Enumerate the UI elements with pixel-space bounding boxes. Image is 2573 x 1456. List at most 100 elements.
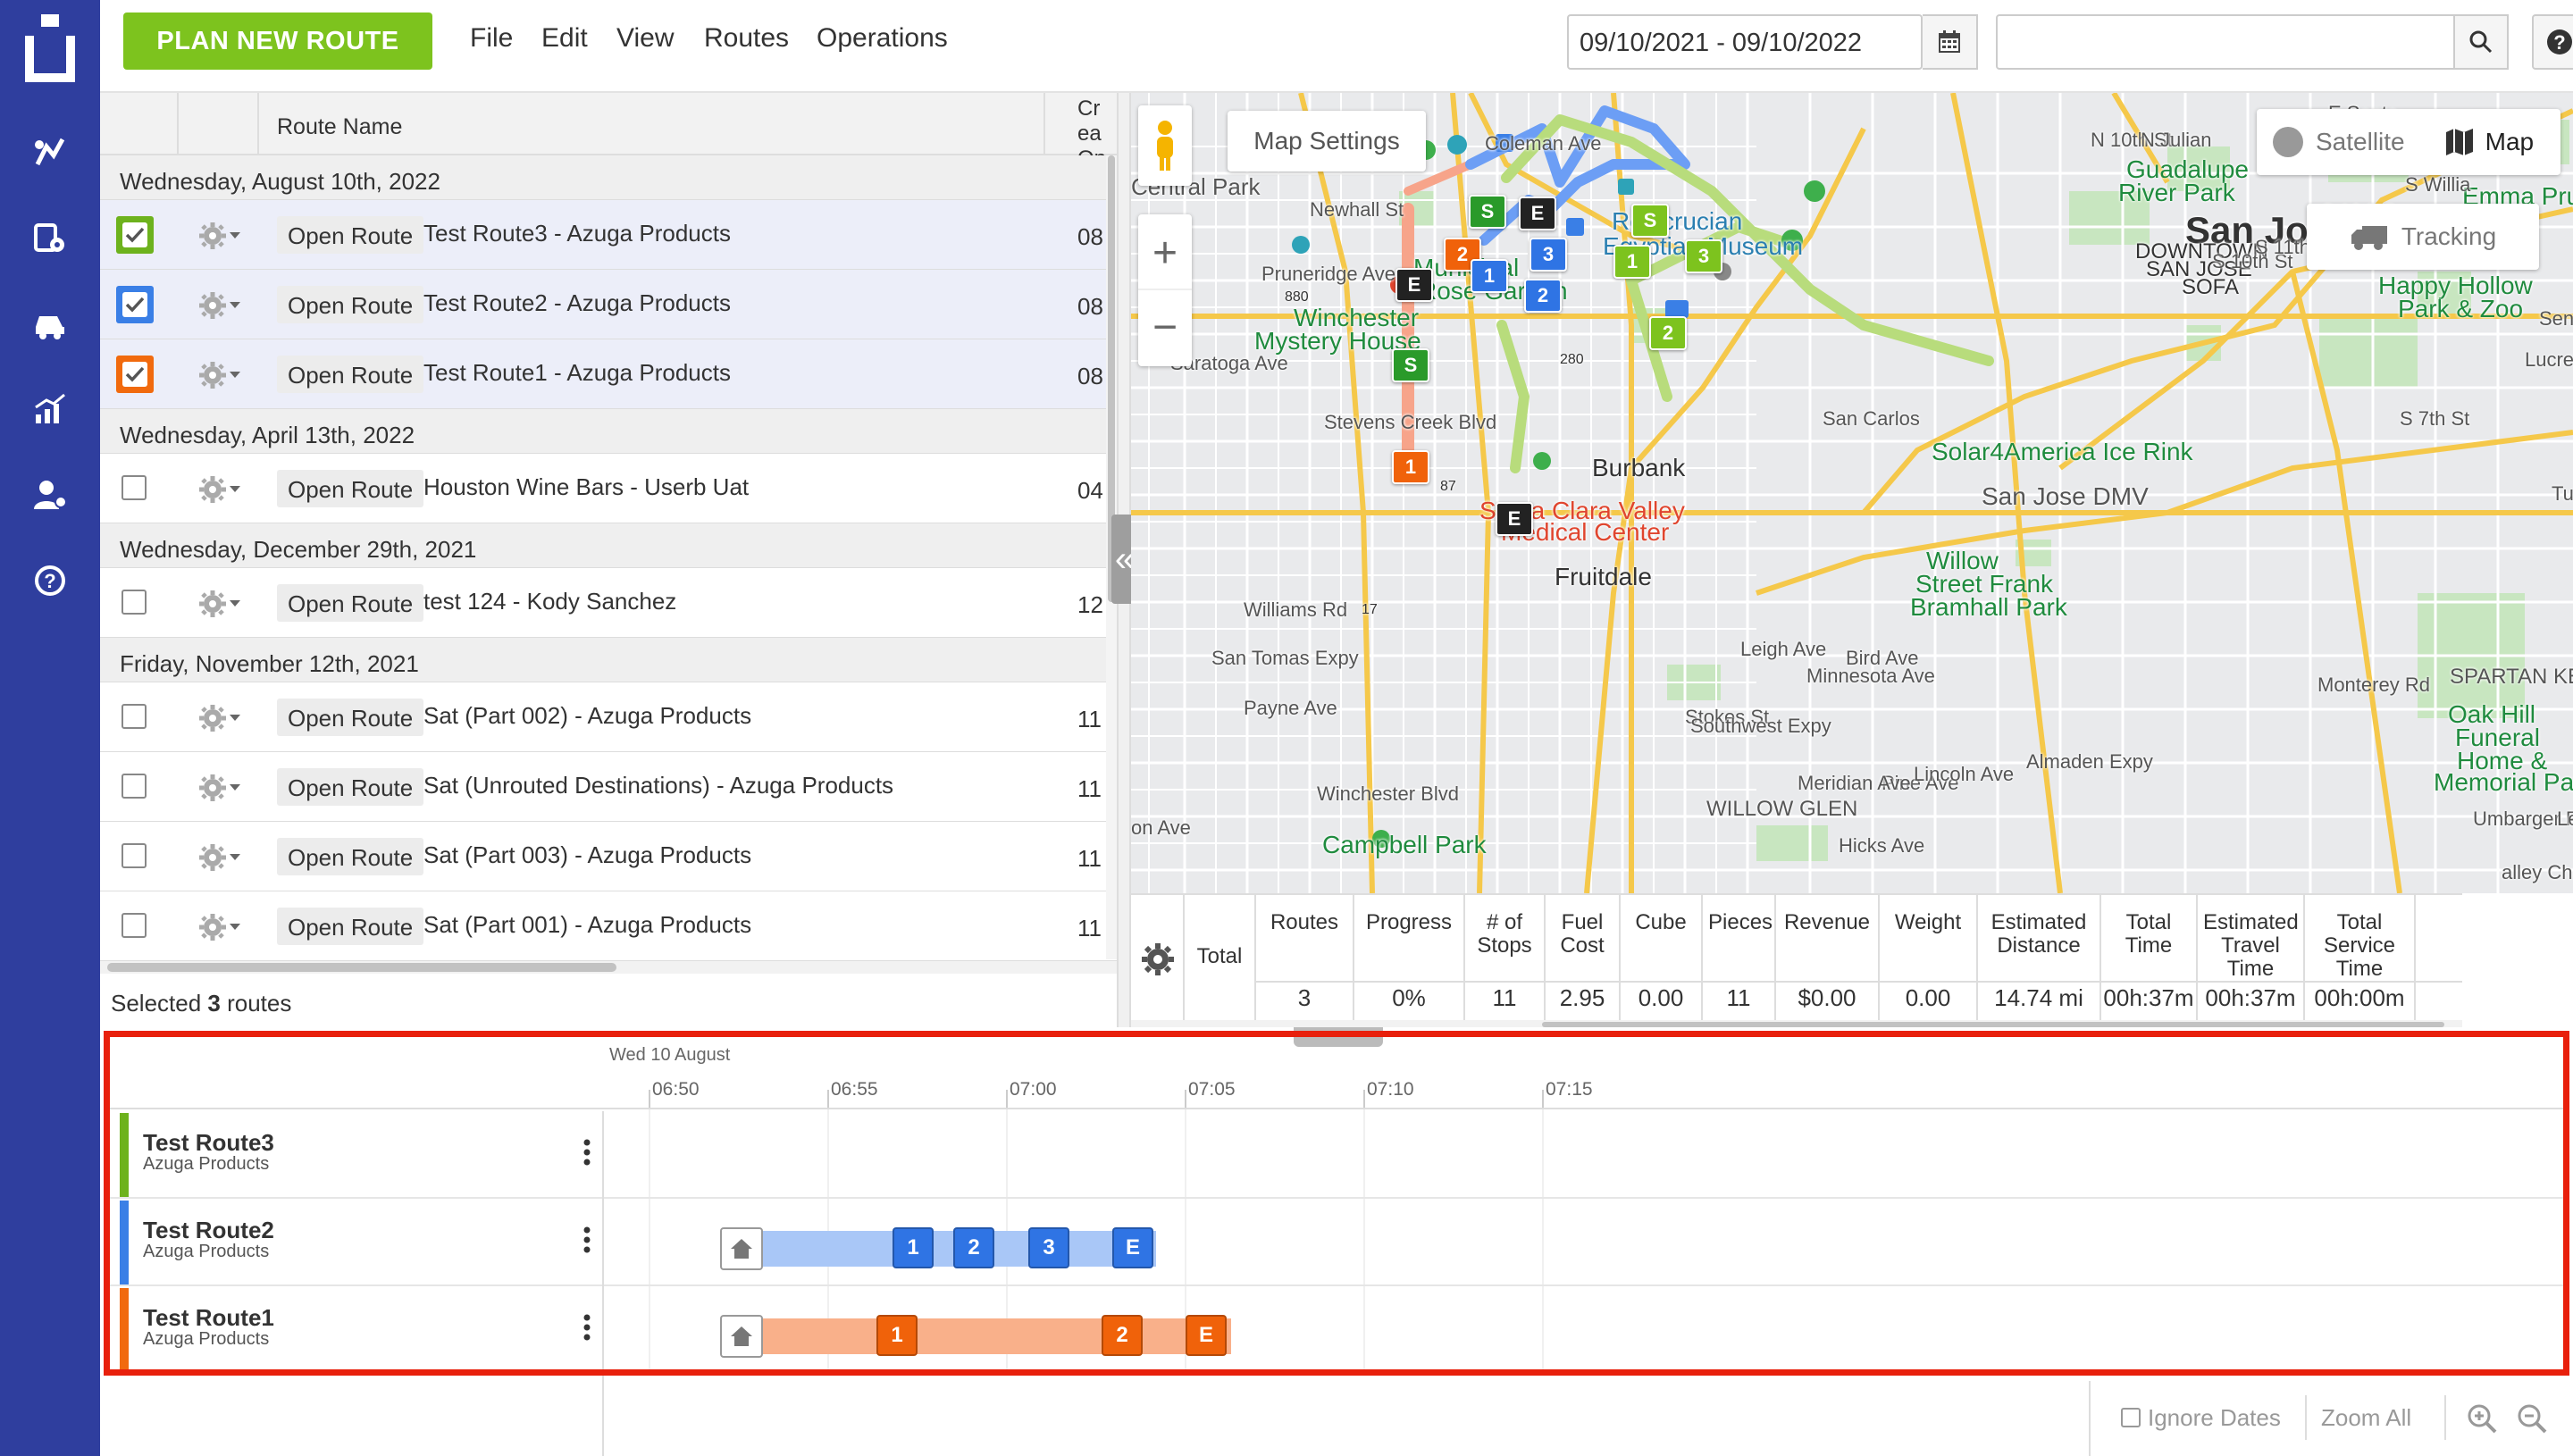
- logo-icon[interactable]: [21, 11, 79, 86]
- header-route-name[interactable]: Route Name: [259, 93, 1045, 155]
- routes-icon[interactable]: [29, 130, 71, 173]
- selected-prefix: Selected: [111, 990, 208, 1017]
- satellite-option[interactable]: Satellite: [2316, 128, 2405, 156]
- open-route-button[interactable]: Open Route: [277, 216, 424, 254]
- route-stop-marker[interactable]: 1: [1613, 245, 1651, 279]
- ignore-dates-checkbox[interactable]: [2121, 1408, 2141, 1427]
- zoom-out-button[interactable]: −: [1138, 290, 1192, 364]
- open-route-button[interactable]: Open Route: [277, 356, 424, 393]
- route-stop-marker[interactable]: E: [1496, 502, 1533, 536]
- summary-column: Routes 3: [1256, 895, 1354, 1020]
- route-settings-icon[interactable]: [29, 216, 71, 259]
- route-row[interactable]: Open Route Sat (Unrouted Destinations) - …: [100, 752, 1117, 822]
- header-created-on[interactable]: Crea On: [1077, 93, 1106, 155]
- open-route-button[interactable]: Open Route: [277, 286, 424, 323]
- analytics-icon[interactable]: [29, 388, 71, 431]
- route-checkbox[interactable]: [122, 843, 147, 868]
- route-stop-marker[interactable]: S: [1392, 348, 1429, 382]
- horizontal-scrollbar[interactable]: [100, 961, 1117, 974]
- horizontal-scroll-thumb[interactable]: [107, 963, 616, 972]
- map-type-toggle: Satellite Map: [2257, 109, 2560, 175]
- summary-column-header: Estimated Distance: [1991, 910, 2087, 958]
- route-actions-dropdown[interactable]: [197, 911, 254, 943]
- route-actions-dropdown[interactable]: [197, 289, 254, 322]
- help-icon[interactable]: ?: [29, 559, 71, 602]
- map-place-label: 880: [1285, 289, 1309, 305]
- route-stop-marker[interactable]: 2: [1524, 279, 1562, 313]
- route-actions-dropdown[interactable]: [197, 473, 254, 506]
- vehicle-icon[interactable]: [29, 302, 71, 345]
- route-checkbox[interactable]: [116, 286, 154, 323]
- summary-column-header: Routes: [1270, 910, 1339, 934]
- menu-routes[interactable]: Routes: [704, 23, 789, 54]
- map-place-label: Almaden Expy: [2026, 750, 2153, 773]
- route-actions-dropdown[interactable]: [197, 588, 254, 620]
- route-row[interactable]: Open Route Test Route1 - Azuga Products 08…: [100, 339, 1117, 409]
- route-actions-dropdown[interactable]: [197, 220, 254, 252]
- summary-column: Fuel Cost 2.95: [1546, 895, 1621, 1020]
- route-row[interactable]: Open Route Sat (Part 003) - Azuga Product…: [100, 822, 1117, 891]
- route-checkbox[interactable]: [122, 774, 147, 799]
- open-route-button[interactable]: Open Route: [277, 584, 424, 622]
- route-stop-marker[interactable]: E: [1519, 197, 1556, 230]
- open-route-button[interactable]: Open Route: [277, 699, 424, 736]
- zoom-in-icon[interactable]: [2466, 1402, 2498, 1435]
- route-row[interactable]: Open Route Sat (Part 002) - Azuga Product…: [100, 682, 1117, 752]
- route-row[interactable]: Open Routetest 124 - Kody Sanchez 12.: [100, 568, 1117, 638]
- zoom-out-icon[interactable]: [2516, 1402, 2548, 1435]
- map-place-label: Memorial Park: [2434, 768, 2573, 796]
- summary-column-header: Progress: [1365, 910, 1453, 934]
- menu-view[interactable]: View: [616, 23, 674, 54]
- route-stop-marker[interactable]: 1: [1471, 259, 1508, 293]
- open-route-button[interactable]: Open Route: [277, 470, 424, 507]
- menu-file[interactable]: File: [470, 23, 513, 54]
- route-row[interactable]: Open Route Test Route2 - Azuga Products 08…: [100, 270, 1117, 339]
- menu-edit[interactable]: Edit: [541, 23, 588, 54]
- user-settings-icon[interactable]: [29, 473, 71, 516]
- map-view[interactable]: San Jose Central Park Newhall St Rosicrucia…: [1131, 93, 2573, 893]
- zoom-all-button[interactable]: Zoom All: [2321, 1404, 2411, 1432]
- tracking-button[interactable]: Tracking: [2307, 204, 2539, 270]
- summary-settings-button[interactable]: [1131, 895, 1185, 1020]
- calendar-button[interactable]: [1923, 14, 1978, 70]
- menu-operations[interactable]: Operations: [817, 23, 948, 54]
- route-stop-marker[interactable]: 1: [1392, 450, 1429, 484]
- route-row[interactable]: Open Route Test Route3 - Azuga Products 08…: [100, 200, 1117, 270]
- map-place-label: Meridian Ave: [1798, 772, 1911, 794]
- route-checkbox[interactable]: [122, 913, 147, 938]
- search-input[interactable]: [1996, 14, 2455, 70]
- gear-icon: [199, 476, 226, 503]
- map-option[interactable]: Map: [2485, 128, 2534, 156]
- date-range-input[interactable]: 09/10/2021 - 09/10/2022: [1567, 14, 1923, 70]
- street-view-button[interactable]: [1138, 105, 1192, 186]
- route-row[interactable]: Open Route Houston Wine Bars - Userb Uat 0…: [100, 454, 1117, 523]
- route-checkbox[interactable]: [116, 356, 154, 393]
- route-stop-marker[interactable]: 3: [1530, 238, 1567, 272]
- search-button[interactable]: [2453, 14, 2509, 70]
- route-stop-marker[interactable]: S: [1631, 204, 1669, 238]
- route-checkbox[interactable]: [122, 704, 147, 729]
- route-checkbox[interactable]: [116, 216, 154, 254]
- zoom-in-button[interactable]: +: [1138, 217, 1192, 290]
- route-checkbox[interactable]: [122, 475, 147, 500]
- summary-column-header: Cube: [1635, 910, 1687, 934]
- open-route-button[interactable]: Open Route: [277, 768, 424, 806]
- route-checkbox[interactable]: [122, 590, 147, 615]
- route-stop-marker[interactable]: 2: [1649, 316, 1687, 350]
- open-route-button[interactable]: Open Route: [277, 908, 424, 945]
- route-stop-marker[interactable]: S: [1469, 195, 1506, 229]
- map-place-label: Stevens Creek Blvd: [1324, 411, 1497, 433]
- route-row[interactable]: Open Route Sat (Part 001) - Azuga Product…: [100, 891, 1117, 961]
- summary-column: Estimated Travel Time 00h:37m: [2198, 895, 2305, 1020]
- route-actions-dropdown[interactable]: [197, 702, 254, 734]
- summary-column-header: Estimated Travel Time: [2203, 910, 2299, 981]
- route-actions-dropdown[interactable]: [197, 359, 254, 391]
- help-button[interactable]: ?: [2532, 14, 2573, 70]
- open-route-button[interactable]: Open Route: [277, 838, 424, 875]
- route-stop-marker[interactable]: E: [1395, 268, 1433, 302]
- route-actions-dropdown[interactable]: [197, 772, 254, 804]
- plan-new-route-button[interactable]: PLAN NEW ROUTE: [123, 13, 432, 70]
- route-actions-dropdown[interactable]: [197, 841, 254, 874]
- route-stop-marker[interactable]: 3: [1685, 239, 1722, 273]
- map-settings-button[interactable]: Map Settings: [1228, 111, 1426, 172]
